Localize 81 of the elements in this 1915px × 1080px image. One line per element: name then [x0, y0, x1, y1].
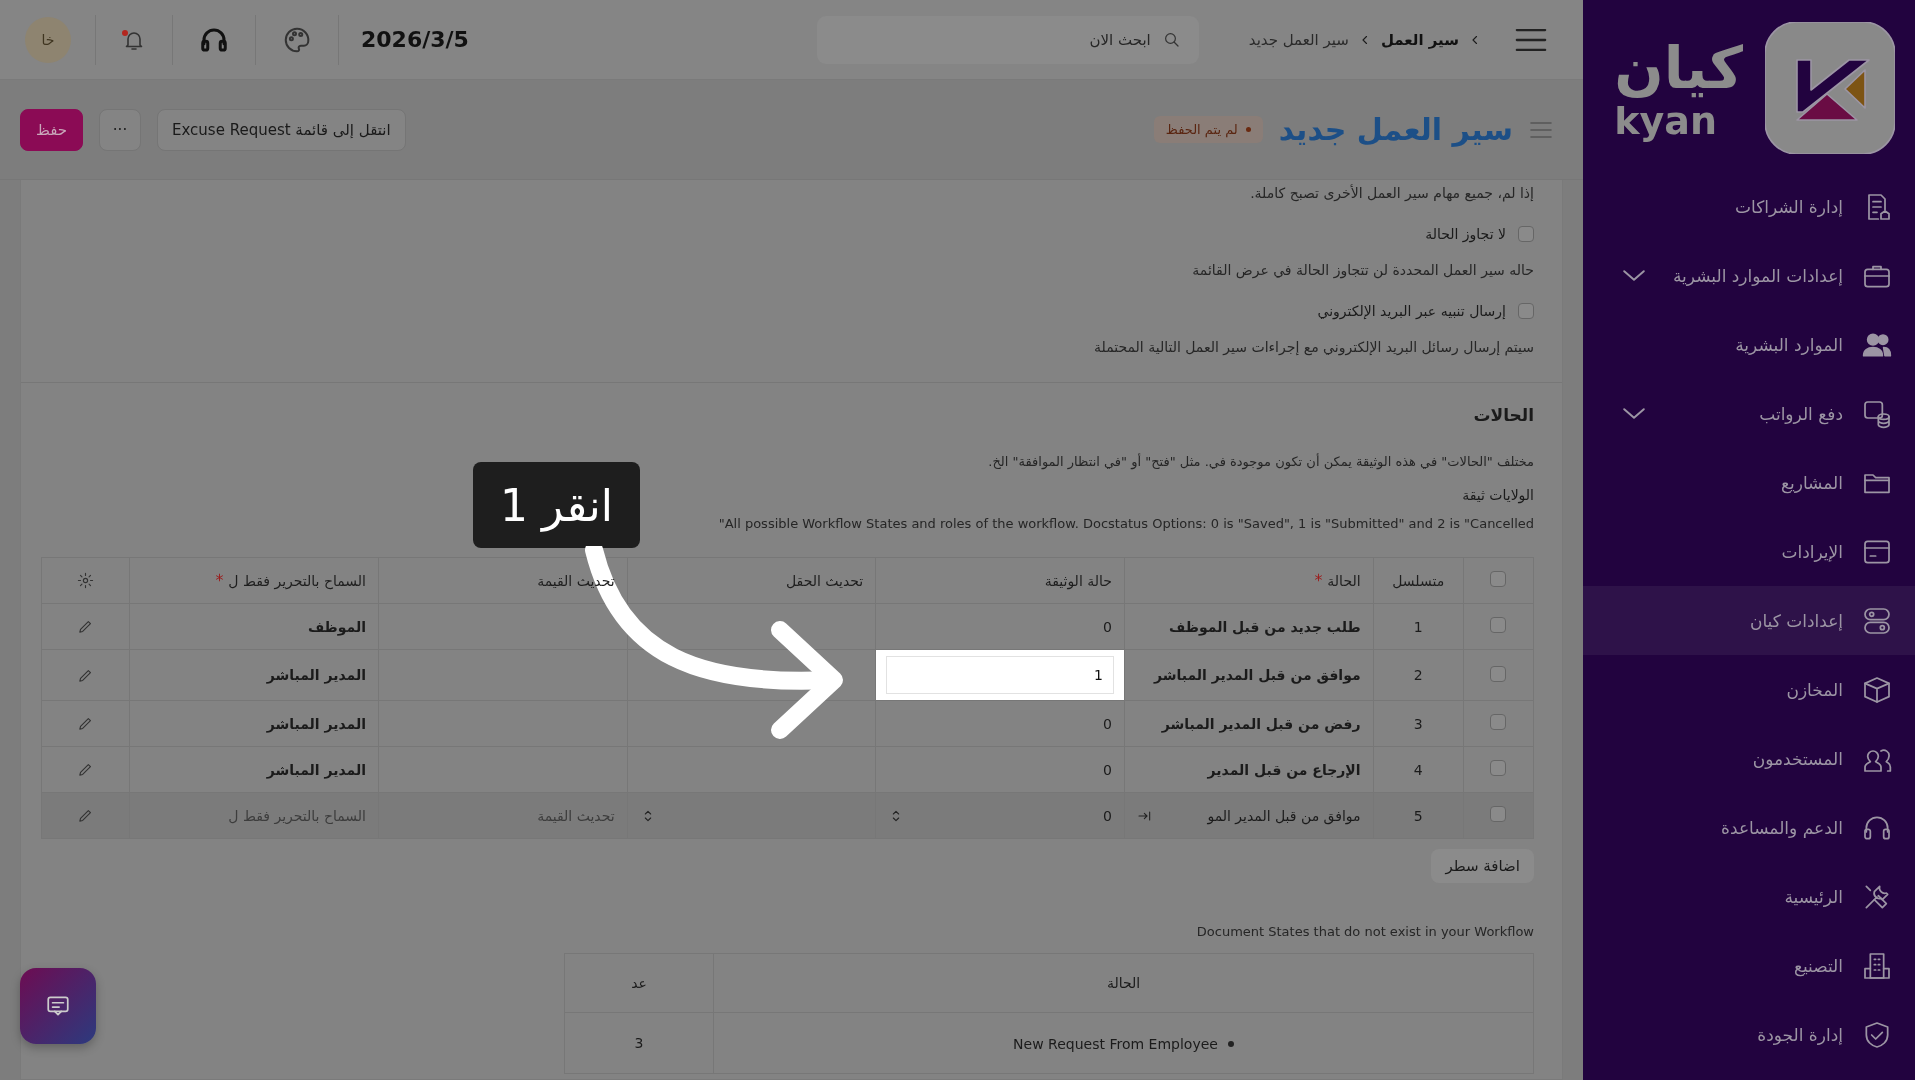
settings-icon[interactable]: [77, 572, 95, 590]
table-cell: طلب جديد من قبل الموظف: [1169, 618, 1361, 635]
table-cell: موافق من قبل المدير المباشر: [1154, 667, 1361, 683]
sidebar-item[interactable]: المشاريع: [1583, 448, 1915, 517]
navigate-button[interactable]: انتقل إلى قائمة Excuse Request: [157, 108, 406, 151]
table-cell: New Request From Employee: [1013, 1036, 1218, 1052]
sidebar-item[interactable]: إعدادات كيان: [1583, 586, 1915, 655]
checkbox[interactable]: [1490, 806, 1507, 822]
table-cell: 0: [1103, 715, 1112, 732]
checkbox[interactable]: [1490, 760, 1507, 776]
checkbox[interactable]: [1490, 714, 1507, 730]
help-text: حاله سير العمل المحددة لن تتجاوز الحالة في عرض القائمة: [1191, 261, 1534, 281]
row-number: 2: [1413, 667, 1423, 683]
save-button[interactable]: حفظ: [20, 108, 83, 151]
table-cell: 0: [1103, 761, 1112, 778]
brand-name: kyan: [1614, 100, 1718, 141]
sidebar-item[interactable]: الإيرادات: [1583, 517, 1915, 586]
sidebar-item[interactable]: المستخدمون: [1583, 724, 1915, 793]
field-label: الولايات ثيقة: [1461, 487, 1534, 503]
row-number: 3: [1413, 715, 1423, 732]
table-cell: المدير المباشر: [266, 761, 366, 778]
chevron-down-icon: [1623, 408, 1645, 419]
sidebar-item[interactable]: المخازن: [1583, 655, 1915, 724]
sidebar-item[interactable]: إدارة الجودة: [1583, 1000, 1915, 1069]
more-button[interactable]: ···: [99, 108, 141, 151]
sidebar-item[interactable]: إعدادات الموارد البشرية: [1583, 241, 1915, 310]
page-title: سير العمل جديد: [1278, 112, 1513, 147]
chat-button[interactable]: [20, 968, 96, 1044]
help-text: إذا لم، جميع مهام سير العمل الأخرى تصبح كاملة.: [1249, 183, 1534, 204]
checkbox[interactable]: [1490, 617, 1507, 633]
add-row-button[interactable]: اضافة سطر: [1431, 849, 1534, 883]
table-cell: المدير المباشر: [266, 667, 366, 683]
search-field[interactable]: ابحث الان: [816, 15, 1199, 64]
search-icon: [1162, 30, 1181, 49]
help-text: Document States that do not exist in your Workflow: [1195, 923, 1534, 941]
user-avatar[interactable]: خا: [25, 16, 71, 63]
tooltip-callout: انقر 1: [473, 462, 640, 548]
input-field[interactable]: 1: [886, 656, 1114, 694]
table-cell: رفض من قبل المدير المباشر: [1161, 715, 1361, 732]
help-text: All possible Workflow States and roles of the workflow. Docstatus Options: 0 is "Saved", 1 is "Submitted" and 2 is "Cancelled": [717, 515, 1534, 533]
checkbox-label: لا تجاوز الحالة: [1425, 226, 1506, 242]
logo-icon: [1765, 21, 1895, 154]
required-icon: [215, 572, 225, 582]
checkbox[interactable]: [1518, 226, 1534, 242]
sidebar-item[interactable]: الدعم والمساعدة: [1583, 793, 1915, 862]
sidebar-item[interactable]: التصنيع: [1583, 931, 1915, 1000]
row-number: 5: [1413, 807, 1423, 824]
row-number: 1: [1413, 618, 1423, 635]
row-number: 4: [1413, 761, 1423, 778]
table-cell: 0: [1103, 618, 1112, 635]
sidebar-item[interactable]: إدارة الشراكات: [1583, 172, 1915, 241]
brand-name: كيان: [1614, 34, 1743, 101]
breadcrumb-link[interactable]: سير العمل: [1380, 30, 1459, 49]
column-header: عد: [631, 975, 647, 991]
table-cell: 3: [634, 1035, 644, 1051]
table-cell: المدير المباشر: [266, 715, 366, 732]
status-badge: لم يتم الحفظ: [1153, 116, 1263, 143]
chevron-down-icon: [1623, 270, 1645, 281]
table-cell: الموظف: [307, 618, 366, 635]
checkbox[interactable]: [1490, 571, 1507, 587]
checkbox[interactable]: [1490, 665, 1507, 682]
breadcrumb-link[interactable]: سير العمل جديد: [1248, 30, 1349, 49]
section-title: الحالات: [1472, 405, 1534, 425]
column-header: تحديث الحقل: [786, 572, 864, 589]
column-header: حالة الوثيقة: [1044, 572, 1112, 589]
bullet-icon: [1227, 1041, 1234, 1047]
column-header: تحديث القيمة: [537, 572, 615, 589]
required-icon: [1314, 572, 1324, 582]
column-header: متسلسل: [1392, 572, 1445, 589]
table-cell: الإرجاع من قبل المدير: [1207, 761, 1361, 778]
sidebar-item[interactable]: الرئيسية: [1583, 862, 1915, 931]
checkbox[interactable]: [1518, 303, 1534, 319]
help-text: سيتم إرسال رسائل البريد الإلكتروني مع إجراءات سير العمل التالية المحتملة: [1093, 338, 1534, 358]
checkbox-label: إرسال تنبيه عبر البريد الإلكتروني: [1317, 303, 1506, 319]
help-text: مختلف "الحالات" في هذه الوثيقة يمكن أن تكون موجودة في. مثل "فتح" أو "في انتظار الموافقة" الخ.: [987, 452, 1534, 472]
column-header: الحالة: [1106, 975, 1141, 991]
column-header: الحالة: [1327, 572, 1361, 589]
column-header: السماح بالتحرير فقط ل: [228, 572, 366, 589]
sidebar-item[interactable]: الموارد البشرية: [1583, 310, 1915, 379]
date-text: 2026/3/5: [360, 27, 469, 52]
sidebar-item[interactable]: دفع الرواتب: [1583, 379, 1915, 448]
